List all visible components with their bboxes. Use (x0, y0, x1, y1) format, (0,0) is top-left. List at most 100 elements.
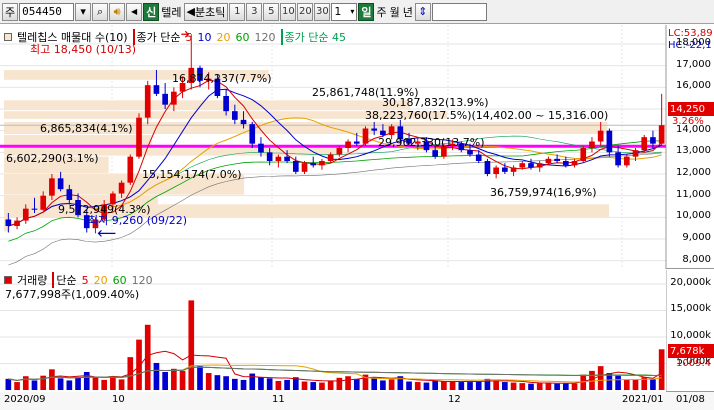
candle-body (284, 156, 290, 161)
last-price-box: 14,250 (668, 102, 714, 116)
volume-bar (545, 382, 552, 390)
price-chart-panel[interactable]: 텔레칩스 매물대 수(10) 종가 단순 5 10 20 60 120 종가 단… (0, 25, 714, 269)
volume-bar (371, 378, 378, 390)
volume-bar (284, 379, 290, 390)
volume-bar (441, 380, 447, 390)
change-percent: 3.26% (672, 116, 704, 127)
volume-chart-panel[interactable]: 거래량 단순 5 20 60 120 7,677,998주(1,009.40%)… (0, 270, 714, 392)
chevron-down-icon: ▾ (350, 7, 355, 16)
volume-bar (5, 378, 12, 390)
volume-bar (188, 300, 195, 390)
vol-ma120-label: 120 (131, 273, 153, 287)
daily-button[interactable]: 일 (358, 2, 375, 21)
cycle-select[interactable]: 1 ▾ (331, 2, 358, 21)
date-label: 2020/09 (4, 394, 46, 405)
cycle-button-10[interactable]: 10 (280, 2, 297, 21)
volume-bar (83, 371, 90, 390)
candle-body (22, 208, 29, 221)
volume-bar (650, 379, 656, 390)
candle-body (144, 85, 151, 118)
cycle-button-1[interactable]: 1 (229, 2, 246, 21)
volume-tick: 15,000k (670, 303, 711, 315)
weekly-button[interactable]: 주 (375, 4, 387, 20)
candle-body (380, 130, 386, 135)
band-label-1: 16,874,237(7.7%) (172, 72, 272, 85)
cycle-button-3[interactable]: 3 (246, 2, 263, 21)
cycle-button-5[interactable]: 5 (263, 2, 280, 21)
volume-bar (319, 382, 325, 390)
updown-button[interactable]: ⇕ (414, 2, 431, 21)
volume-bar (179, 370, 186, 390)
candle-body (362, 128, 369, 144)
volume-bar (327, 380, 334, 390)
candle-body (66, 189, 73, 200)
date-label: 01/08 (676, 394, 705, 405)
period-button[interactable]: ◀ 분초틱 (183, 2, 229, 21)
candle-body (589, 141, 595, 148)
candle-body (249, 124, 256, 144)
collapse-button[interactable]: ◀ (126, 2, 143, 21)
candle-body (319, 161, 325, 166)
volume-bar (336, 377, 343, 390)
candle-body (353, 141, 360, 144)
volume-bar (615, 375, 621, 390)
candle-body (623, 156, 630, 166)
volume-bar (57, 378, 64, 390)
vol-ma20-label: 20 (93, 273, 108, 287)
volume-tick: 10,000k (670, 329, 711, 341)
candle-body (597, 130, 604, 142)
cycle-button-20[interactable]: 20 (297, 2, 314, 21)
candle-body (562, 161, 569, 166)
candle-body (301, 163, 308, 172)
stock-code-input[interactable]: 054450 (19, 2, 75, 21)
cycle-button-30[interactable]: 30 (314, 2, 331, 21)
volume-bar (214, 375, 221, 390)
candle-body (580, 148, 587, 161)
candle-body (475, 154, 482, 161)
volume-bar (31, 380, 38, 390)
candle-body (545, 158, 552, 164)
monthly-button[interactable]: 월 (389, 4, 401, 20)
stock-name: 텔레 (161, 5, 182, 19)
volume-bar (258, 377, 264, 390)
candle-body (484, 161, 491, 174)
candle-body (31, 208, 38, 210)
date-label: 12 (448, 394, 461, 405)
candle-body (615, 152, 621, 166)
price-chart (0, 25, 667, 269)
extra-input[interactable] (431, 2, 487, 21)
candle-body (5, 219, 12, 226)
volume-bar (406, 381, 412, 390)
mode-button[interactable]: 주 (2, 2, 19, 21)
speaker-icon: 🔊︎ (113, 4, 121, 18)
volume-bar (301, 381, 308, 390)
search-button[interactable]: ⌕ (92, 2, 109, 21)
volume-bar (205, 373, 212, 390)
price-tick: 17,000 (676, 58, 711, 70)
volume-bar (414, 382, 421, 390)
volume-bar (162, 371, 168, 390)
speaker-button[interactable]: 🔊︎ (109, 2, 126, 21)
volume-bar (353, 378, 360, 390)
yearly-button[interactable]: 년 (402, 4, 414, 20)
code-dropdown-button[interactable]: ▾ (75, 2, 92, 21)
toolbar: 주 054450 ▾ ⌕ 🔊︎ ◀ 신 텔레 ◀ 분초틱 1 3 5 10 20 30 1 ▾… (0, 0, 714, 24)
candle-body (632, 150, 639, 157)
volume-bar (528, 383, 534, 390)
vol-ma60-label: 60 (112, 273, 127, 287)
candle-body (571, 161, 578, 166)
price-tick: 13,000 (676, 145, 711, 157)
volume-bar (449, 381, 456, 390)
volume-bar (92, 376, 99, 390)
hc-value: HC:-22,1 (668, 40, 712, 51)
volume-ratio: 1009.4 (676, 358, 711, 369)
candle-body (171, 91, 177, 105)
volume-bar (623, 379, 630, 390)
date-axis: 2020/09 10 11 12 2021/01 01/08 (0, 392, 714, 410)
shin-button[interactable]: 신 (143, 2, 160, 21)
candle-body (14, 220, 20, 226)
legend-box-icon (4, 276, 12, 284)
current-volume: 7,677,998주(1,009.40%) (5, 288, 140, 301)
price-tick: 12,000 (676, 167, 711, 178)
volume-bar (475, 380, 482, 390)
